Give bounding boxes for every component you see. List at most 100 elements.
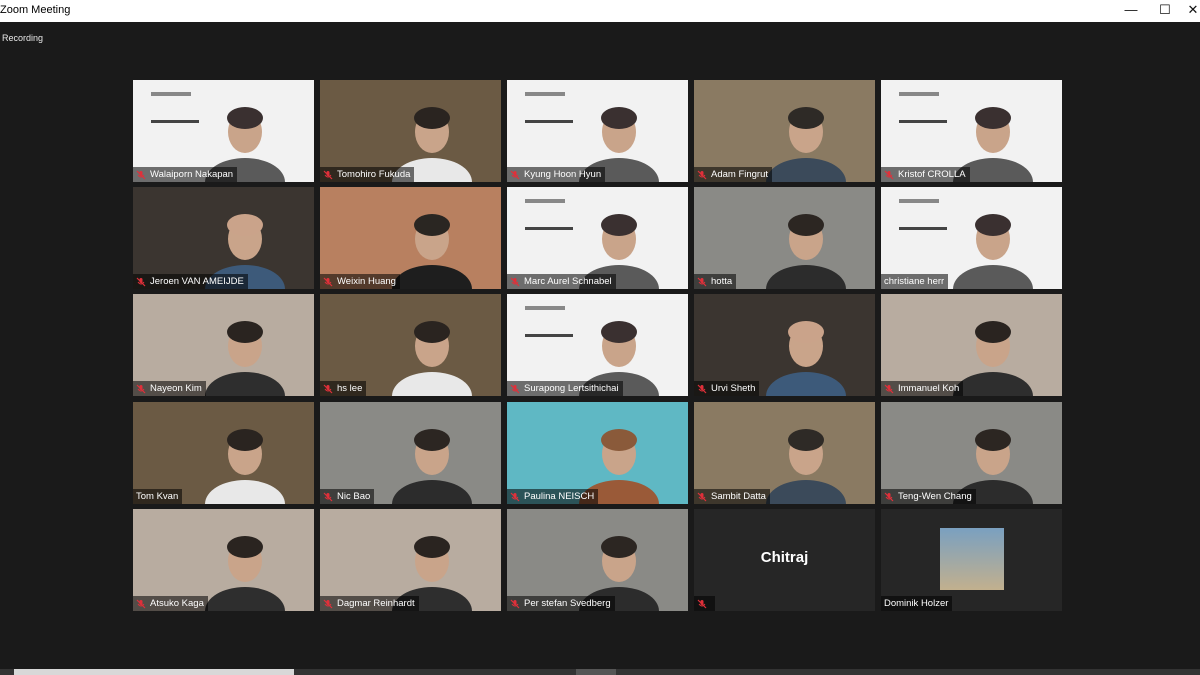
participant-name: Weixin Huang (337, 276, 396, 287)
participant-name-bar: Dagmar Reinhardt (320, 596, 419, 611)
participant-name-bar: Jeroen VAN AMEIJDE (133, 274, 248, 289)
participant-name-bar: Adam Fingrut (694, 167, 773, 182)
participant-name: Teng-Wen Chang (898, 491, 972, 502)
participant-name-bar: Walaiporn Nakapan (133, 167, 238, 182)
participant-name: Dagmar Reinhardt (337, 598, 415, 609)
participant-tile[interactable]: Jeroen VAN AMEIJDE (133, 187, 314, 289)
participant-name: Urvi Sheth (711, 383, 756, 394)
muted-mic-icon (510, 170, 520, 180)
participant-name-bar: Atsuko Kaga (133, 596, 208, 611)
participant-name-bar: hs lee (320, 381, 367, 396)
muted-mic-icon (323, 599, 333, 609)
participant-tile[interactable]: Urvi Sheth (694, 294, 875, 396)
muted-mic-icon (510, 492, 520, 502)
participant-name-bar: Urvi Sheth (694, 381, 760, 396)
muted-mic-icon (884, 384, 894, 394)
participant-tile[interactable]: Nic Bao (320, 402, 501, 504)
participant-name: Kyung Hoon Hyun (524, 169, 602, 180)
participant-name-bar: Immanuel Koh (881, 381, 964, 396)
participant-name-bar: Tomohiro Fukuda (320, 167, 415, 182)
participant-name: Sambit Datta (711, 491, 766, 502)
participant-name-bar: Weixin Huang (320, 274, 400, 289)
participant-name: Tom Kvan (136, 491, 179, 502)
muted-mic-icon (136, 170, 146, 180)
participant-name-bar: Kyung Hoon Hyun (507, 167, 606, 182)
participant-name: Immanuel Koh (898, 383, 960, 394)
participant-tile[interactable]: Paulina NEISCH (507, 402, 688, 504)
participant-tile[interactable]: Kyung Hoon Hyun (507, 80, 688, 182)
participant-name-bar: Marc Aurel Schnabel (507, 274, 616, 289)
participant-name-bar: Teng-Wen Chang (881, 489, 976, 504)
participant-name-bar: Per stefan Svedberg (507, 596, 615, 611)
participant-tile[interactable]: hotta (694, 187, 875, 289)
muted-mic-icon (136, 277, 146, 287)
participant-tile[interactable]: Dominik Holzer (881, 509, 1062, 611)
participant-name-bar: Sambit Datta (694, 489, 770, 504)
muted-mic-icon (323, 492, 333, 502)
participant-name: hotta (711, 276, 733, 287)
participant-name-bar: Dominik Holzer (881, 596, 953, 611)
participant-tile[interactable]: Adam Fingrut (694, 80, 875, 182)
muted-mic-icon (697, 277, 707, 287)
participant-tile[interactable]: Marc Aurel Schnabel (507, 187, 688, 289)
muted-mic-icon (697, 384, 707, 394)
participant-tile[interactable]: Tomohiro Fukuda (320, 80, 501, 182)
participant-tile[interactable]: Kristof CROLLA (881, 80, 1062, 182)
participant-tile[interactable]: Tom Kvan (133, 402, 314, 504)
muted-mic-icon (697, 170, 707, 180)
participant-name: Per stefan Svedberg (524, 598, 611, 609)
participant-tile[interactable]: Atsuko Kaga (133, 509, 314, 611)
participant-name: Adam Fingrut (711, 169, 769, 180)
scrollbar-thumb[interactable] (14, 669, 294, 675)
participant-name: Kristof CROLLA (898, 169, 966, 180)
participant-name-bar: hotta (694, 274, 737, 289)
muted-mic-icon (323, 277, 333, 287)
participant-tile[interactable]: Weixin Huang (320, 187, 501, 289)
participant-tile[interactable]: Sambit Datta (694, 402, 875, 504)
muted-mic-icon (136, 384, 146, 394)
participant-name-bar: Paulina NEISCH (507, 489, 599, 504)
close-button[interactable]: ✕ (1170, 0, 1200, 22)
participant-name: hs lee (337, 383, 363, 394)
participant-name-bar: Nic Bao (320, 489, 375, 504)
muted-mic-icon (323, 170, 333, 180)
window-title: Zoom Meeting (0, 4, 71, 16)
muted-mic-icon (510, 599, 520, 609)
participant-tile[interactable]: Surapong Lertsithichai (507, 294, 688, 396)
title-bar: Zoom Meeting — ☐ ✕ (0, 0, 1200, 22)
participant-name: christiane herr (884, 276, 945, 287)
scrollbar-segment (576, 669, 616, 675)
horizontal-scrollbar[interactable] (0, 669, 1200, 675)
participant-tile[interactable]: Teng-Wen Chang (881, 402, 1062, 504)
muted-mic-icon (884, 170, 894, 180)
participant-tile[interactable]: christiane herr (881, 187, 1062, 289)
participant-tile[interactable]: Nayeon Kim (133, 294, 314, 396)
participant-name: Atsuko Kaga (150, 598, 204, 609)
recording-indicator: Recording (2, 33, 44, 43)
participant-tile[interactable]: Chitraj (694, 509, 875, 611)
participant-name: Nic Bao (337, 491, 371, 502)
participant-tile[interactable]: Walaiporn Nakapan (133, 80, 314, 182)
gallery-grid: Walaiporn Nakapan Tomohiro Fukuda Kyung Ho… (133, 80, 1063, 612)
muted-mic-icon (697, 599, 707, 609)
participant-name: Dominik Holzer (884, 598, 949, 609)
participant-name: Tomohiro Fukuda (337, 169, 411, 180)
participant-name-bar: Tom Kvan (133, 489, 183, 504)
participant-name-bar: Nayeon Kim (133, 381, 206, 396)
participant-tile[interactable]: Immanuel Koh (881, 294, 1062, 396)
muted-mic-icon (884, 492, 894, 502)
profile-picture (940, 528, 1004, 590)
muted-mic-icon (510, 277, 520, 287)
participant-display-name: Chitraj (760, 549, 809, 566)
muted-mic-icon (323, 384, 333, 394)
participant-name: Marc Aurel Schnabel (524, 276, 612, 287)
participant-tile[interactable]: Dagmar Reinhardt (320, 509, 501, 611)
muted-mic-icon (510, 384, 520, 394)
participant-tile[interactable]: Per stefan Svedberg (507, 509, 688, 611)
participant-tile[interactable]: hs lee (320, 294, 501, 396)
participant-name-bar: christiane herr (881, 274, 949, 289)
muted-mic-icon (136, 599, 146, 609)
participant-name: Surapong Lertsithichai (524, 383, 619, 394)
participant-name: Paulina NEISCH (524, 491, 595, 502)
participant-name: Walaiporn Nakapan (150, 169, 234, 180)
